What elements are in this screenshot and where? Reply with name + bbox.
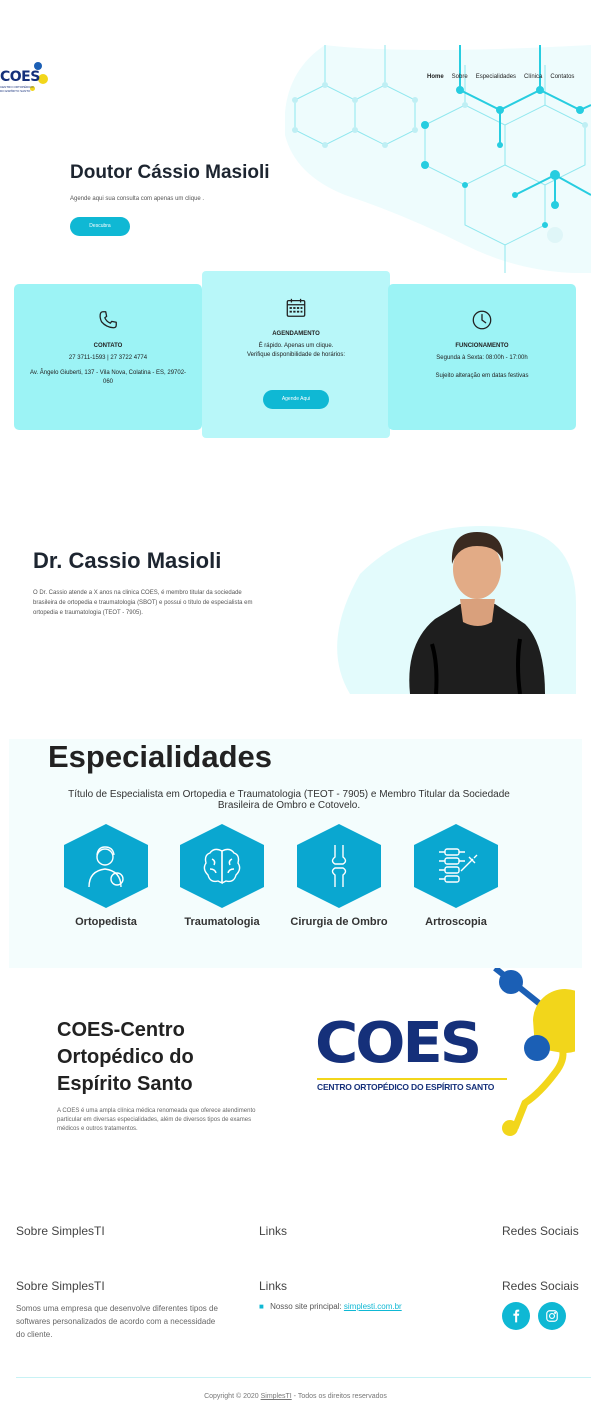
coes-title: COES-Centro Ortopédico do Espírito Santo [57,1017,194,1098]
hero-subtitle: Agende aqui sua consulta com apenas um c… [70,196,205,202]
phone-icon [99,311,117,329]
copyright-suffix: - Todos os direitos reservados [293,1393,387,1400]
nav-clinica[interactable]: Clínica [524,74,542,80]
specialty-label: Cirurgia de Ombro [290,916,388,928]
nav-home[interactable]: Home [427,74,444,80]
coes-logo-caption: CENTRO ORTOPÉDICO DO ESPÍRITO SANTO [317,1082,495,1092]
footer-divider [16,1377,591,1378]
main-nav: Home Sobre Especialidades Clínica Contat… [427,74,574,80]
coes-title-line2: Ortopédico do [57,1046,194,1068]
copyright-link[interactable]: SimplesTI [261,1393,292,1400]
spine-syringe-icon [439,848,478,883]
hero-title: Doutor Cássio Masioli [70,162,270,183]
hero-section: COES CENTRO ORTOPÉDICO DO ESPÍRITO SANTO… [0,0,591,275]
coes-logo[interactable]: COES CENTRO ORTOPÉDICO DO ESPÍRITO SANTO [0,62,50,96]
instagram-icon [546,1310,558,1322]
nav-contatos[interactable]: Contatos [550,74,574,80]
contact-card: CONTATO 27 3711-1593 | 27 3722 4774 Av. … [14,284,202,430]
specialties-title: Especialidades [48,739,273,774]
copyright-prefix: Copyright © 2020 [204,1393,259,1400]
bone-joint-icon [331,845,347,887]
discover-button[interactable]: Descubra [70,217,130,236]
coes-logo-underline [317,1078,507,1080]
hours-line1: Segunda à Sexta: 08:00h - 17:00h [436,355,528,361]
footer-links-heading: Links [259,1279,288,1293]
specialty-hexagon [414,824,498,908]
specialty-hexagon [64,824,148,908]
specialty-hexagon [297,824,381,908]
coes-large-logo: COES CENTRO ORTOPÉDICO DO ESPÍRITO SANTO [315,968,575,1140]
doctor-title: Dr. Cassio Masioli [33,548,221,574]
footer-site-link[interactable]: simplesti.com.br [344,1302,402,1311]
coes-description: A COES é uma ampla clínica médica renome… [57,1108,256,1132]
copyright: Copyright © 2020 SimplesTI - Todos os di… [0,1393,591,1400]
bullet-icon: ■ [259,1302,264,1311]
specialty-label: Ortopedista [75,916,137,928]
specialty-label: Artroscopia [425,916,487,928]
facebook-button[interactable] [502,1302,530,1330]
clock-icon [472,310,492,330]
coes-title-bold: COES- [57,1019,121,1041]
hours-line2: Sujeito alteração em datas festivas [435,373,529,379]
nav-especialidades[interactable]: Especialidades [476,74,516,80]
contact-title: CONTATO [93,343,123,349]
brain-icon [203,848,241,885]
specialty-hexagon [180,824,264,908]
calendar-icon [286,298,306,317]
footer-about-text: Somos uma empresa que desenvolve diferen… [16,1304,218,1339]
footer-link-item: ■ Nosso site principal: simplesti.com.br [259,1302,402,1311]
coes-title-line3: Espírito Santo [57,1073,193,1095]
nav-sobre[interactable]: Sobre [452,74,468,80]
contact-phones: 27 3711-1593 | 27 3722 4774 [68,355,148,361]
specialty-artroscopia[interactable]: Artroscopia [401,824,511,928]
footer-link-prefix: Nosso site principal: [270,1302,342,1311]
agenda-line1: É rápido. Apenas um clique. [258,343,334,349]
coes-title-line1: Centro [120,1019,185,1041]
footer-social-heading: Redes Sociais [502,1279,579,1293]
doctor-title-light: Masioli [146,548,222,573]
specialty-ortopedista[interactable]: Ortopedista [51,824,161,928]
doctor-bio: O Dr. Cassio atende a X anos na clinica … [33,590,253,616]
footer-top-links-heading: Links [259,1224,288,1238]
footer-top-social-heading: Redes Sociais [502,1224,579,1238]
instagram-button[interactable] [538,1302,566,1330]
agenda-title: AGENDAMENTO [272,331,320,337]
doctor-title-bold: Dr. Cassio [33,548,141,573]
specialties-section: Especialidades Título de Especialista em… [9,739,582,968]
logo-subtitle: CENTRO ORTOPÉDICO DO ESPÍRITO SANTO [0,85,34,93]
footer-top-about-heading: Sobre SimplesTI [16,1224,105,1238]
doctor-icon [88,846,124,888]
specialty-cirurgia-ombro[interactable]: Cirurgia de Ombro [284,824,394,928]
schedule-button[interactable]: Agende Aqui [263,390,329,409]
specialties-description: Título de Especialista em Ortopedia e Tr… [68,789,510,811]
footer-about-heading: Sobre SimplesTI [16,1279,105,1293]
doctor-photo [337,526,576,694]
specialty-traumatologia[interactable]: Traumatologia [167,824,277,928]
logo-text: COES [0,69,40,85]
facebook-icon [513,1309,520,1323]
hours-card: FUNCIONAMENTO Segunda à Sexta: 08:00h - … [388,284,576,430]
agenda-card: AGENDAMENTO É rápido. Apenas um clique. … [202,271,390,438]
coes-logo-text: COES [315,1009,482,1076]
specialty-label: Traumatologia [184,916,260,928]
agenda-line2: Verifique disponibilidade de horários: [246,352,346,358]
hours-title: FUNCIONAMENTO [455,343,509,349]
contact-address: Av. Ângelo Giuberti, 137 - Vila Nova, Co… [29,370,187,385]
